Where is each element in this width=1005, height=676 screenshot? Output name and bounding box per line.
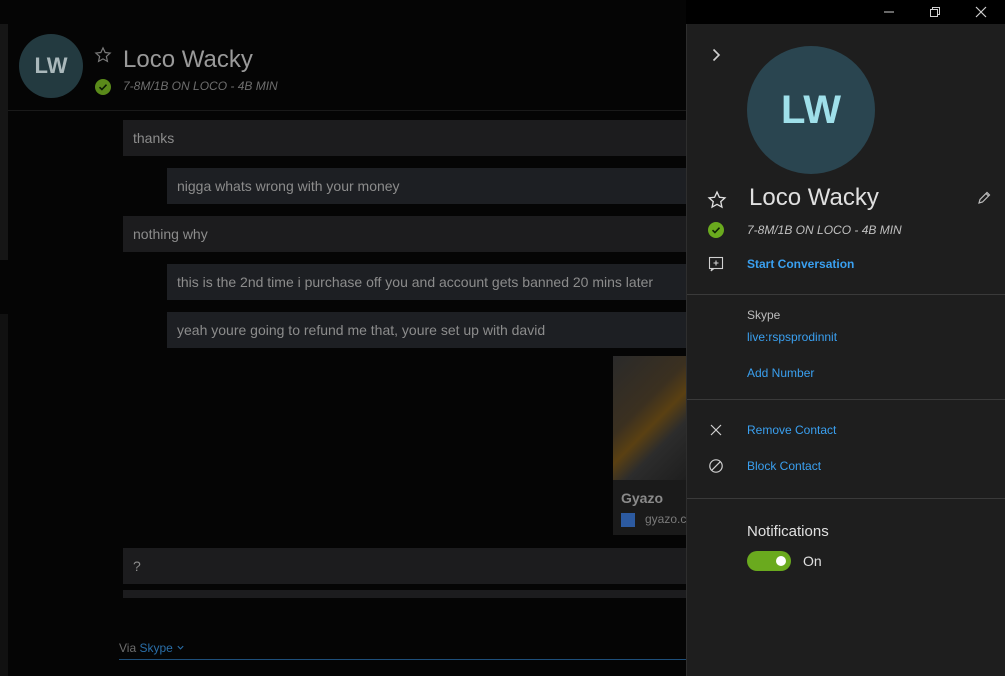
profile-avatar: LW — [747, 46, 875, 174]
online-status-icon — [708, 222, 724, 238]
remove-contact-link[interactable]: Remove Contact — [747, 423, 836, 437]
message-bubble[interactable]: yeah youre going to refund me that, your… — [167, 312, 686, 348]
close-icon — [975, 6, 987, 18]
minimize-icon — [884, 11, 894, 13]
add-number-link[interactable]: Add Number — [747, 366, 814, 380]
close-icon — [710, 424, 722, 436]
gyazo-icon — [621, 513, 635, 527]
star-icon[interactable] — [94, 46, 112, 64]
mood-message: 7-8M/1B ON LOCO - 4B MIN — [123, 79, 278, 93]
notifications-toggle[interactable] — [747, 551, 791, 571]
restore-icon — [930, 7, 940, 17]
chevron-right-icon[interactable] — [707, 46, 725, 64]
link-preview-domain: gyazo.c — [645, 512, 686, 526]
skype-id-link[interactable]: live:rspsprodinnit — [747, 330, 837, 344]
pencil-icon[interactable] — [976, 190, 992, 206]
message-bubble[interactable]: nothing why — [123, 216, 686, 252]
close-button[interactable] — [958, 0, 1004, 24]
restore-button[interactable] — [912, 0, 958, 24]
left-rail — [0, 24, 8, 260]
divider — [687, 498, 1005, 499]
skype-label: Skype — [747, 308, 781, 322]
left-rail-lower — [0, 314, 8, 676]
contact-profile-panel: LW Loco Wacky 7-8M/1B ON LOCO - 4B MIN S… — [686, 24, 1005, 676]
block-contact-link[interactable]: Block Contact — [747, 459, 821, 473]
avatar[interactable]: LW — [19, 34, 83, 98]
divider — [687, 294, 1005, 295]
chat-header: LW Loco Wacky 7-8M/1B ON LOCO - 4B MIN — [8, 24, 686, 111]
link-preview-title: Gyazo — [621, 490, 664, 506]
message-bubble[interactable]: nigga whats wrong with your money — [167, 168, 686, 204]
via-service[interactable]: Skype — [139, 641, 172, 655]
link-preview-image — [613, 356, 686, 480]
minimize-button[interactable] — [866, 0, 912, 24]
toggle-knob — [776, 556, 786, 566]
online-status-icon — [95, 79, 111, 95]
via-selector[interactable]: Via Skype — [119, 641, 185, 655]
block-icon — [709, 459, 723, 473]
chat-area: LW Loco Wacky 7-8M/1B ON LOCO - 4B MIN t… — [0, 0, 686, 676]
chevron-down-icon[interactable] — [176, 643, 185, 652]
message-bubble[interactable]: this is the 2nd time i purchase off you … — [167, 264, 686, 300]
via-label: Via — [119, 641, 137, 655]
contact-name[interactable]: Loco Wacky — [123, 46, 253, 74]
star-icon[interactable] — [707, 190, 727, 210]
notifications-state: On — [803, 553, 822, 569]
message-bubble[interactable]: thanks — [123, 120, 686, 156]
compose-input-underline — [119, 659, 686, 660]
notifications-label: Notifications — [747, 523, 829, 540]
profile-name: Loco Wacky — [749, 184, 879, 211]
profile-mood-message: 7-8M/1B ON LOCO - 4B MIN — [747, 223, 902, 237]
divider — [687, 399, 1005, 400]
message-bubble[interactable]: ? — [123, 548, 686, 584]
message-bubble-partial — [123, 590, 686, 598]
new-conversation-icon — [708, 256, 724, 272]
link-preview-card[interactable]: Gyazo gyazo.c — [613, 356, 686, 535]
start-conversation-link[interactable]: Start Conversation — [747, 257, 854, 271]
